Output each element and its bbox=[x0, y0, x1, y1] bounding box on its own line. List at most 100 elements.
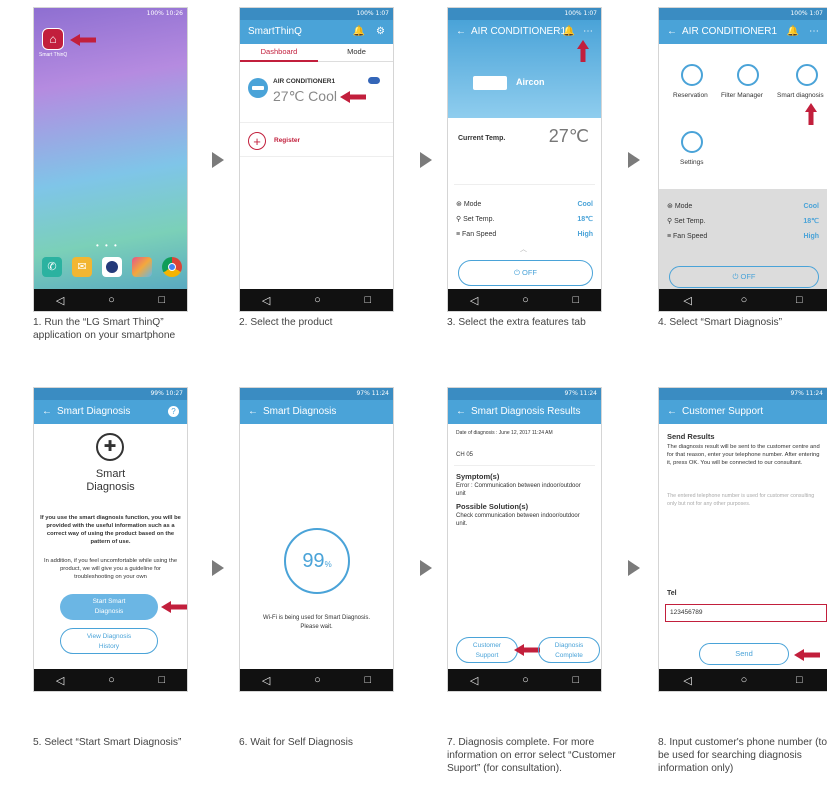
phone-screen-2: 100% 1:07 SmartThinQ 🔔 ⚙ Dashboard Mode … bbox=[239, 7, 394, 312]
back-arrow-icon[interactable]: ← bbox=[456, 406, 466, 417]
filter-manager-icon[interactable] bbox=[737, 64, 759, 86]
recent-apps-icon[interactable]: □ bbox=[364, 674, 371, 686]
home-icon[interactable]: ○ bbox=[522, 294, 529, 306]
chevron-up-icon[interactable]: ︿ bbox=[520, 244, 527, 254]
phone-app-icon[interactable]: ✆ bbox=[42, 257, 62, 277]
power-off-button[interactable]: ⏻ OFF bbox=[669, 266, 819, 288]
nav-bar: ◁ ○ □ bbox=[448, 669, 601, 691]
reservation-icon[interactable] bbox=[681, 64, 703, 86]
recent-apps-icon[interactable]: □ bbox=[364, 294, 371, 306]
customer-support-button[interactable]: Customer Support bbox=[456, 637, 518, 663]
wifi-message: Wi-Fi is being used for Smart Diagnosis. bbox=[262, 615, 371, 621]
home-icon[interactable]: ○ bbox=[108, 674, 115, 686]
app-title: Smart Diagnosis Results bbox=[471, 406, 581, 417]
status-bar: 97% 11:24 bbox=[240, 388, 393, 400]
next-arrow-icon bbox=[212, 560, 224, 576]
app-title: Smart Diagnosis bbox=[263, 406, 337, 417]
send-results-heading: Send Results bbox=[667, 432, 715, 441]
message-app-icon[interactable]: ✉ bbox=[72, 257, 92, 277]
send-button[interactable]: Send bbox=[699, 643, 789, 665]
home-icon[interactable]: ○ bbox=[314, 294, 321, 306]
bell-icon[interactable]: 🔔 bbox=[353, 20, 365, 44]
red-up-arrow-icon bbox=[805, 103, 817, 125]
back-arrow-icon[interactable]: ← bbox=[248, 406, 258, 417]
recent-apps-icon[interactable]: □ bbox=[572, 674, 579, 686]
red-arrow-icon bbox=[514, 644, 540, 656]
recent-apps-icon[interactable]: □ bbox=[796, 294, 803, 306]
feature-filter-manager[interactable]: Filter Manager bbox=[721, 92, 763, 99]
power-off-button[interactable]: ⏻ OFF bbox=[458, 260, 593, 286]
back-arrow-icon[interactable]: ← bbox=[667, 406, 677, 417]
step-3-caption: 3. Select the extra features tab bbox=[447, 317, 586, 328]
smartthinq-app-icon[interactable]: ⌂ bbox=[42, 28, 64, 50]
current-temp-label: Current Temp. bbox=[458, 135, 506, 142]
back-icon[interactable]: ◁ bbox=[262, 294, 270, 307]
recent-apps-icon[interactable]: □ bbox=[158, 674, 165, 686]
app-title: Smart Diagnosis bbox=[57, 406, 131, 417]
bell-icon[interactable]: 🔔 bbox=[787, 20, 799, 44]
back-icon[interactable]: ◁ bbox=[683, 674, 691, 687]
app-bar: ← Smart Diagnosis bbox=[240, 400, 393, 424]
nav-bar: ◁ ○ □ bbox=[659, 669, 827, 691]
app-title: SmartThinQ bbox=[248, 26, 302, 37]
feature-settings[interactable]: Settings bbox=[680, 159, 704, 166]
phone-screen-1: 100% 10:26 ⌂ Smart ThinQ • • • ✆ ✉ ◁ ○ □ bbox=[33, 7, 188, 312]
back-arrow-icon[interactable]: ← bbox=[667, 26, 677, 37]
step-6-caption: 6. Wait for Self Diagnosis bbox=[239, 737, 353, 748]
back-arrow-icon[interactable]: ← bbox=[456, 26, 466, 37]
red-arrow-icon bbox=[70, 34, 96, 46]
status-bar: 100% 1:07 bbox=[659, 8, 827, 20]
start-smart-diagnosis-button[interactable]: Start Smart Diagnosis bbox=[60, 594, 158, 620]
back-icon[interactable]: ◁ bbox=[470, 294, 478, 307]
back-icon[interactable]: ◁ bbox=[470, 674, 478, 687]
dock: ✆ ✉ bbox=[42, 257, 182, 277]
symptom-text: Error : Communication between indoor/out… bbox=[456, 483, 581, 497]
help-icon[interactable]: ? bbox=[168, 406, 179, 417]
gear-icon[interactable]: ⚙ bbox=[376, 20, 385, 44]
app-title: AIR CONDITIONER1 bbox=[682, 26, 778, 37]
home-icon[interactable]: ○ bbox=[741, 674, 748, 686]
smart-diagnosis-icon[interactable] bbox=[796, 64, 818, 86]
recent-apps-icon[interactable]: □ bbox=[796, 674, 803, 686]
recent-apps-icon[interactable]: □ bbox=[572, 294, 579, 306]
phone-screen-8: 97% 11:24 ← Customer Support Send Results… bbox=[658, 387, 827, 692]
tab-dashboard[interactable]: Dashboard bbox=[240, 44, 318, 62]
feature-reservation[interactable]: Reservation bbox=[673, 92, 708, 99]
back-arrow-icon[interactable]: ← bbox=[42, 406, 52, 417]
next-arrow-icon bbox=[420, 560, 432, 576]
back-icon[interactable]: ◁ bbox=[56, 294, 64, 307]
red-up-arrow-icon bbox=[577, 40, 589, 62]
view-diagnosis-history-button[interactable]: View Diagnosis History bbox=[60, 628, 158, 654]
phone-screen-3: 100% 1:07 ← AIR CONDITIONER1 🔔 ⋯ Aircon C… bbox=[447, 7, 602, 312]
feature-smart-diagnosis[interactable]: Smart diagnosis bbox=[777, 92, 824, 99]
device-card[interactable]: AIR CONDITIONER1 27℃ Cool bbox=[240, 64, 393, 123]
register-row[interactable]: + Register bbox=[240, 128, 393, 157]
bell-icon[interactable]: 🔔 bbox=[563, 20, 575, 44]
recent-apps-icon[interactable]: □ bbox=[158, 294, 165, 306]
tel-input[interactable]: 123456789 bbox=[665, 604, 827, 622]
home-icon[interactable]: ○ bbox=[522, 674, 529, 686]
more-icon[interactable]: ⋯ bbox=[809, 20, 819, 44]
back-icon[interactable]: ◁ bbox=[56, 674, 64, 687]
tab-mode[interactable]: Mode bbox=[318, 44, 393, 62]
home-icon[interactable]: ○ bbox=[314, 674, 321, 686]
app-bar: ← Customer Support bbox=[659, 400, 827, 424]
home-icon[interactable]: ○ bbox=[108, 294, 115, 306]
settings-icon[interactable] bbox=[681, 131, 703, 153]
back-icon[interactable]: ◁ bbox=[683, 294, 691, 307]
nav-bar: ◁ ○ □ bbox=[240, 289, 393, 311]
home-icon[interactable]: ○ bbox=[741, 294, 748, 306]
app-bar: ← Smart Diagnosis Results bbox=[448, 400, 601, 424]
gallery-app-icon[interactable] bbox=[132, 257, 152, 277]
chrome-app-icon[interactable] bbox=[162, 257, 182, 277]
next-arrow-icon bbox=[628, 152, 640, 168]
diagnosis-date: Date of diagnosis : June 12, 2017 11:24 … bbox=[456, 430, 553, 436]
camera-app-icon[interactable] bbox=[102, 257, 122, 277]
solution-heading: Possible Solution(s) bbox=[456, 502, 529, 511]
nav-bar: ◁ ○ □ bbox=[240, 669, 393, 691]
next-arrow-icon bbox=[628, 560, 640, 576]
diagnosis-complete-button[interactable]: Diagnosis Complete bbox=[538, 637, 600, 663]
current-temp-value: 27℃ bbox=[548, 126, 589, 146]
back-icon[interactable]: ◁ bbox=[262, 674, 270, 687]
app-label: Smart ThinQ bbox=[39, 52, 68, 58]
